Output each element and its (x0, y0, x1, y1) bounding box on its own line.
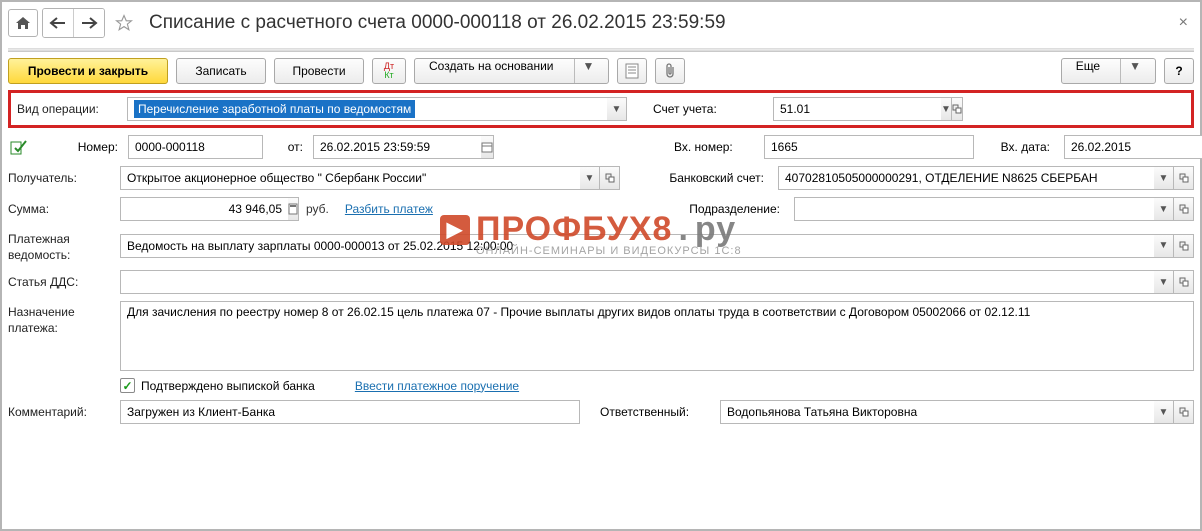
dept-label: Подразделение: (662, 202, 784, 216)
in-date-field[interactable] (1064, 135, 1202, 159)
in-no-label: Вх. номер: (674, 140, 754, 154)
sheet-open-button[interactable] (1174, 234, 1194, 258)
more-label: Еще (1076, 59, 1100, 83)
dds-label: Статья ДДС: (8, 275, 110, 289)
number-label: Номер: (40, 140, 118, 154)
help-button[interactable]: ? (1164, 58, 1194, 84)
account-label: Счет учета: (653, 102, 763, 116)
date-picker-button[interactable] (481, 135, 494, 159)
dds-field[interactable] (120, 270, 1154, 294)
document-state-icon (8, 138, 30, 156)
dds-dropdown-button[interactable]: ▼ (1154, 270, 1174, 294)
dept-dropdown-button[interactable]: ▼ (1154, 197, 1174, 221)
recipient-field[interactable] (120, 166, 580, 190)
post-button[interactable]: Провести (274, 58, 364, 84)
sum-field[interactable] (120, 197, 288, 221)
back-button[interactable] (43, 9, 74, 37)
page-title: Списание с расчетного счета 0000-000118 … (149, 12, 726, 34)
recipient-dropdown-button[interactable]: ▼ (580, 166, 600, 190)
sum-calc-button[interactable] (288, 197, 299, 221)
purpose-field[interactable] (120, 301, 1194, 371)
report-button[interactable] (617, 58, 647, 84)
create-based-label: Создать на основании (429, 59, 554, 83)
operation-type-label: Вид операции: (17, 102, 117, 116)
sum-label: Сумма: (8, 202, 110, 216)
confirmed-label: Подтверждено выпиской банка (141, 379, 315, 393)
favorite-star-icon[interactable] (109, 9, 139, 37)
sheet-dropdown-button[interactable]: ▼ (1154, 234, 1174, 258)
responsible-dropdown-button[interactable]: ▼ (1154, 400, 1174, 424)
account-open-button[interactable] (952, 97, 963, 121)
create-based-on-button[interactable]: Создать на основании ▼ (414, 58, 609, 84)
in-date-label: Вх. дата: (984, 140, 1054, 154)
operation-type-selected-text: Перечисление заработной платы по ведомос… (134, 100, 415, 118)
dept-open-button[interactable] (1174, 197, 1194, 221)
comment-label: Комментарий: (8, 405, 110, 419)
forward-button[interactable] (74, 9, 104, 37)
currency-label: руб. (306, 202, 329, 216)
bank-acct-dropdown-button[interactable]: ▼ (1154, 166, 1174, 190)
close-button[interactable]: × (1173, 14, 1194, 32)
account-field[interactable] (773, 97, 941, 121)
number-field[interactable] (128, 135, 263, 159)
enter-payment-order-link[interactable]: Ввести платежное поручение (355, 379, 519, 393)
account-dropdown-button[interactable]: ▼ (941, 97, 952, 121)
recipient-label: Получатель: (8, 171, 110, 185)
responsible-field[interactable] (720, 400, 1154, 424)
sheet-label: Платежная ведомость: (8, 228, 110, 263)
dtkt-button[interactable]: ДтКт (372, 58, 406, 84)
home-button[interactable] (8, 9, 38, 37)
post-and-close-button[interactable]: Провести и закрыть (8, 58, 168, 84)
check-icon: ✓ (120, 378, 135, 393)
in-no-field[interactable] (764, 135, 974, 159)
separator (8, 48, 1194, 52)
attach-button[interactable] (655, 58, 685, 84)
operation-type-field[interactable]: Перечисление заработной платы по ведомос… (127, 97, 607, 121)
operation-type-dropdown-button[interactable]: ▼ (607, 97, 627, 121)
date-field[interactable] (313, 135, 481, 159)
chevron-down-icon: ▼ (1120, 59, 1141, 83)
purpose-label: Назначение платежа: (8, 301, 110, 336)
comment-field[interactable] (120, 400, 580, 424)
bank-acct-label: Банковский счет: (646, 171, 768, 185)
responsible-label: Ответственный: (600, 405, 710, 419)
split-payment-link[interactable]: Разбить платеж (345, 202, 433, 216)
dept-field[interactable] (794, 197, 1154, 221)
confirmed-checkbox[interactable]: ✓ Подтверждено выпиской банка (120, 378, 315, 393)
recipient-open-button[interactable] (600, 166, 620, 190)
bank-acct-field[interactable] (778, 166, 1154, 190)
responsible-open-button[interactable] (1174, 400, 1194, 424)
chevron-down-icon: ▼ (574, 59, 595, 83)
sheet-field[interactable] (120, 234, 1154, 258)
more-button[interactable]: Еще ▼ (1061, 58, 1156, 84)
from-label: от: (273, 140, 303, 154)
save-button[interactable]: Записать (176, 58, 266, 84)
bank-acct-open-button[interactable] (1174, 166, 1194, 190)
dds-open-button[interactable] (1174, 270, 1194, 294)
